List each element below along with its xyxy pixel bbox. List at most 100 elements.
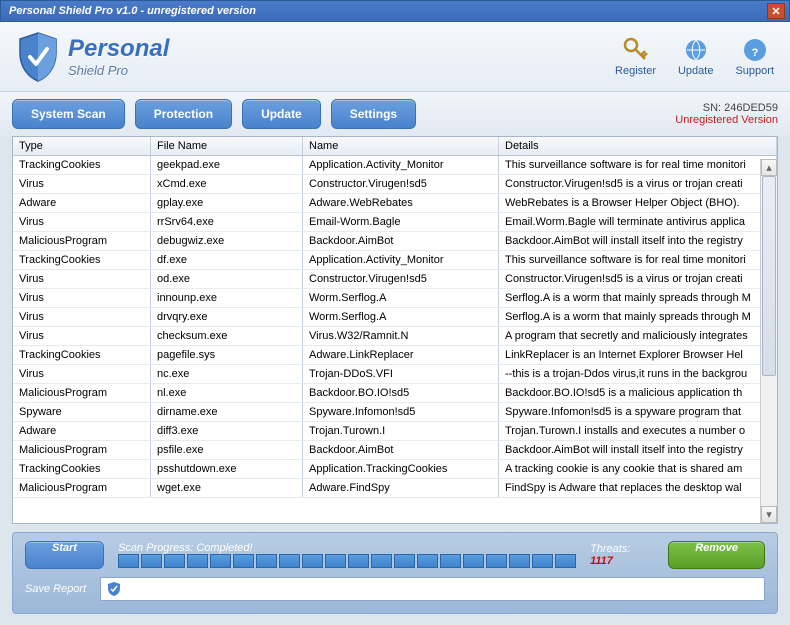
svg-text:?: ? <box>751 47 758 59</box>
cell-details: This surveillance software is for real t… <box>499 251 777 269</box>
brand-name-large: Personal <box>68 35 169 63</box>
cell-file: innounp.exe <box>151 289 303 307</box>
scroll-track[interactable] <box>761 176 777 506</box>
cell-file: nc.exe <box>151 365 303 383</box>
cell-name: Backdoor.AimBot <box>303 232 499 250</box>
scroll-up-button[interactable]: ▴ <box>761 159 777 176</box>
system-scan-button[interactable]: System Scan <box>12 99 125 129</box>
threats-summary: Threats: 1117 <box>590 543 654 567</box>
table-row[interactable]: Adwaregplay.exeAdware.WebRebatesWebRebat… <box>13 194 777 213</box>
column-type[interactable]: Type <box>13 137 151 155</box>
table-row[interactable]: MaliciousProgramdebugwiz.exeBackdoor.Aim… <box>13 232 777 251</box>
table-row[interactable]: Adwarediff3.exeTrojan.Turown.ITrojan.Tur… <box>13 422 777 441</box>
table-row[interactable]: VirusrrSrv64.exeEmail-Worm.BagleEmail.Wo… <box>13 213 777 232</box>
column-name[interactable]: Name <box>303 137 499 155</box>
scan-progress-label: Scan Progress: <box>118 542 193 554</box>
start-button[interactable]: Start <box>25 541 104 569</box>
cell-file: rrSrv64.exe <box>151 213 303 231</box>
cell-file: df.exe <box>151 251 303 269</box>
cell-name: Spyware.Infomon!sd5 <box>303 403 499 421</box>
cell-type: Virus <box>13 213 151 231</box>
cell-details: Spyware.Infomon!sd5 is a spyware program… <box>499 403 777 421</box>
threats-table: Type File Name Name Details TrackingCook… <box>12 136 778 524</box>
table-row[interactable]: TrackingCookiesdf.exeApplication.Activit… <box>13 251 777 270</box>
scroll-down-button[interactable]: ▾ <box>761 506 777 523</box>
table-row[interactable]: TrackingCookiespsshutdown.exeApplication… <box>13 460 777 479</box>
register-link[interactable]: Register <box>615 37 656 77</box>
support-link[interactable]: ? Support <box>735 37 774 77</box>
remove-button[interactable]: Remove <box>668 541 765 569</box>
cell-type: MaliciousProgram <box>13 232 151 250</box>
cell-details: A program that secretly and maliciously … <box>499 327 777 345</box>
save-report-field[interactable] <box>100 577 765 601</box>
cell-name: Worm.Serflog.A <box>303 308 499 326</box>
cell-details: This surveillance software is for real t… <box>499 156 777 174</box>
table-row[interactable]: TrackingCookiesgeekpad.exeApplication.Ac… <box>13 156 777 175</box>
cell-details: --this is a trojan-Ddos virus,it runs in… <box>499 365 777 383</box>
column-filename[interactable]: File Name <box>151 137 303 155</box>
app-logo: Personal Shield Pro <box>16 31 169 83</box>
close-icon[interactable]: ✕ <box>767 3 785 19</box>
cell-name: Worm.Serflog.A <box>303 289 499 307</box>
progress-segment <box>325 554 346 568</box>
settings-button[interactable]: Settings <box>331 99 416 129</box>
update-button[interactable]: Update <box>242 99 321 129</box>
progress-segment <box>164 554 185 568</box>
cell-name: Adware.FindSpy <box>303 479 499 497</box>
table-row[interactable]: MaliciousProgrampsfile.exeBackdoor.AimBo… <box>13 441 777 460</box>
table-row[interactable]: TrackingCookiespagefile.sysAdware.LinkRe… <box>13 346 777 365</box>
cell-type: Virus <box>13 327 151 345</box>
table-body: TrackingCookiesgeekpad.exeApplication.Ac… <box>13 156 777 522</box>
progress-segment <box>118 554 139 568</box>
progress-segment <box>417 554 438 568</box>
cell-name: Adware.LinkReplacer <box>303 346 499 364</box>
table-row[interactable]: Virusdrvqry.exeWorm.Serflog.ASerflog.A i… <box>13 308 777 327</box>
cell-type: Spyware <box>13 403 151 421</box>
cell-details: Backdoor.AimBot will install itself into… <box>499 441 777 459</box>
table-row[interactable]: Viruschecksum.exeVirus.W32/Ramnit.NA pro… <box>13 327 777 346</box>
cell-file: od.exe <box>151 270 303 288</box>
cell-details: LinkReplacer is an Internet Explorer Bro… <box>499 346 777 364</box>
table-row[interactable]: MaliciousProgramwget.exeAdware.FindSpyFi… <box>13 479 777 498</box>
progress-segment <box>532 554 553 568</box>
cell-name: Email-Worm.Bagle <box>303 213 499 231</box>
cell-details: Trojan.Turown.I installs and executes a … <box>499 422 777 440</box>
cell-type: TrackingCookies <box>13 346 151 364</box>
cell-details: A tracking cookie is any cookie that is … <box>499 460 777 478</box>
cell-type: Virus <box>13 365 151 383</box>
table-header: Type File Name Name Details <box>13 137 777 156</box>
update-link[interactable]: Update <box>678 37 713 77</box>
cell-type: TrackingCookies <box>13 156 151 174</box>
progress-bar <box>118 554 576 568</box>
cell-file: checksum.exe <box>151 327 303 345</box>
scan-progress-value: Completed! <box>196 542 252 554</box>
table-row[interactable]: VirusxCmd.exeConstructor.Virugen!sd5Cons… <box>13 175 777 194</box>
cell-name: Trojan-DDoS.VFI <box>303 365 499 383</box>
progress-segment <box>440 554 461 568</box>
scroll-thumb[interactable] <box>762 176 776 376</box>
footer-panel: Start Scan Progress: Completed! Threats:… <box>12 532 778 614</box>
key-icon <box>623 37 649 63</box>
brand-name-small: Shield Pro <box>68 63 169 78</box>
cell-file: gplay.exe <box>151 194 303 212</box>
mini-shield-icon <box>107 581 121 597</box>
cell-details: Email.Worm.Bagle will terminate antiviru… <box>499 213 777 231</box>
cell-type: TrackingCookies <box>13 251 151 269</box>
table-row[interactable]: MaliciousProgramnl.exeBackdoor.BO.IO!sd5… <box>13 384 777 403</box>
column-details[interactable]: Details <box>499 137 777 155</box>
registration-status: Unregistered Version <box>675 114 778 126</box>
progress-segment <box>371 554 392 568</box>
cell-file: wget.exe <box>151 479 303 497</box>
cell-file: diff3.exe <box>151 422 303 440</box>
progress-segment <box>187 554 208 568</box>
header-actions: Register Update ? Support <box>615 37 774 77</box>
table-row[interactable]: Spywaredirname.exeSpyware.Infomon!sd5Spy… <box>13 403 777 422</box>
table-row[interactable]: Virusod.exeConstructor.Virugen!sd5Constr… <box>13 270 777 289</box>
vertical-scrollbar[interactable]: ▴ ▾ <box>760 159 777 523</box>
threats-count: 1117 <box>590 555 613 567</box>
cell-type: Virus <box>13 270 151 288</box>
table-row[interactable]: Virusnc.exeTrojan-DDoS.VFI--this is a tr… <box>13 365 777 384</box>
table-row[interactable]: Virusinnounp.exeWorm.Serflog.ASerflog.A … <box>13 289 777 308</box>
cell-name: Trojan.Turown.I <box>303 422 499 440</box>
protection-button[interactable]: Protection <box>135 99 232 129</box>
